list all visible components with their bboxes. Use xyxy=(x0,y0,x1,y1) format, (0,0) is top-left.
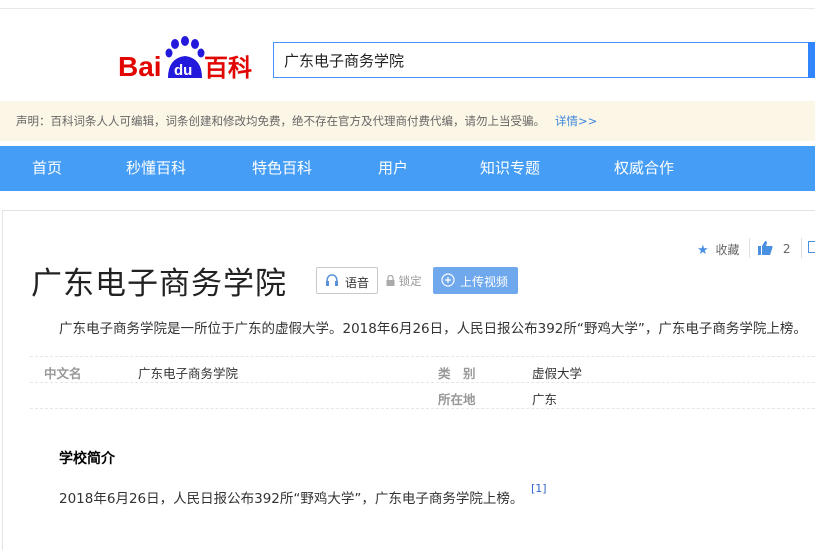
nav-item-user[interactable]: 用户 xyxy=(378,146,408,191)
voice-button[interactable]: 语音 xyxy=(316,267,378,294)
info-value-category: 虚假大学 xyxy=(532,363,582,382)
lock-status: 锁定 xyxy=(386,273,422,289)
nav-item-special[interactable]: 特色百科 xyxy=(252,146,312,191)
section-paragraph: 2018年6月26日，人民日报公布392所“野鸡大学”，广东电子商务学院上榜。 xyxy=(59,487,523,507)
search-input[interactable] xyxy=(274,43,809,77)
info-label-location: 所在地 xyxy=(438,389,476,408)
star-icon: ★ xyxy=(697,243,709,258)
favorite-label: 收藏 xyxy=(715,243,739,257)
favorite-button[interactable]: ★ 收藏 xyxy=(697,241,740,257)
lock-icon xyxy=(386,275,395,289)
like-button[interactable]: 2 xyxy=(758,241,790,257)
thumbs-up-icon xyxy=(758,241,773,258)
info-divider xyxy=(30,382,815,384)
search-box[interactable] xyxy=(273,42,809,78)
search-button[interactable] xyxy=(808,42,815,78)
nav-item-miaodong[interactable]: 秒懂百科 xyxy=(126,146,186,191)
like-count: 2 xyxy=(783,242,791,256)
disclaimer-details-link[interactable]: 详情>> xyxy=(555,114,597,128)
lemma-title: 广东电子商务学院 xyxy=(31,258,287,303)
upload-video-label: 上传视频 xyxy=(460,273,508,290)
disclaimer-text: 声明：百科词条人人可编辑，词条创建和修改均免费，绝不存在官方及代理商付费代编，请… xyxy=(16,114,545,128)
upload-video-button[interactable]: 上传视频 xyxy=(433,267,518,294)
voice-label: 语音 xyxy=(345,274,369,291)
toolbar-divider xyxy=(801,238,802,258)
svg-text:du: du xyxy=(174,62,192,79)
reference-link[interactable]: [1] xyxy=(531,482,547,495)
nav-item-topics[interactable]: 知识专题 xyxy=(480,146,540,191)
info-divider xyxy=(30,408,815,410)
info-value-chinese-name: 广东电子商务学院 xyxy=(138,363,238,382)
plus-circle-icon xyxy=(441,273,455,290)
baidu-baike-logo[interactable]: Bai du 百科 xyxy=(118,36,258,80)
section-title: 学校简介 xyxy=(59,448,115,468)
info-label-chinese-name: 中文名 xyxy=(44,363,82,382)
toolbar-divider xyxy=(749,238,750,258)
info-label-category: 类 别 xyxy=(438,363,476,382)
top-divider xyxy=(0,8,815,9)
share-icon[interactable] xyxy=(808,241,815,257)
svg-text:Bai: Bai xyxy=(118,51,162,80)
lock-label: 锁定 xyxy=(399,274,422,288)
info-value-location: 广东 xyxy=(532,389,557,408)
svg-text:百科: 百科 xyxy=(204,54,252,80)
nav-item-home[interactable]: 首页 xyxy=(32,146,62,191)
main-nav: 首页 秒懂百科 特色百科 用户 知识专题 权威合作 xyxy=(0,146,815,191)
lemma-summary: 广东电子商务学院是一所位于广东的虚假大学。2018年6月26日，人民日报公布39… xyxy=(59,317,807,337)
info-divider xyxy=(30,356,815,358)
nav-item-authority[interactable]: 权威合作 xyxy=(614,146,674,191)
disclaimer-banner: 声明：百科词条人人可编辑，词条创建和修改均免费，绝不存在官方及代理商付费代编，请… xyxy=(0,101,815,141)
headphones-icon xyxy=(325,274,339,290)
